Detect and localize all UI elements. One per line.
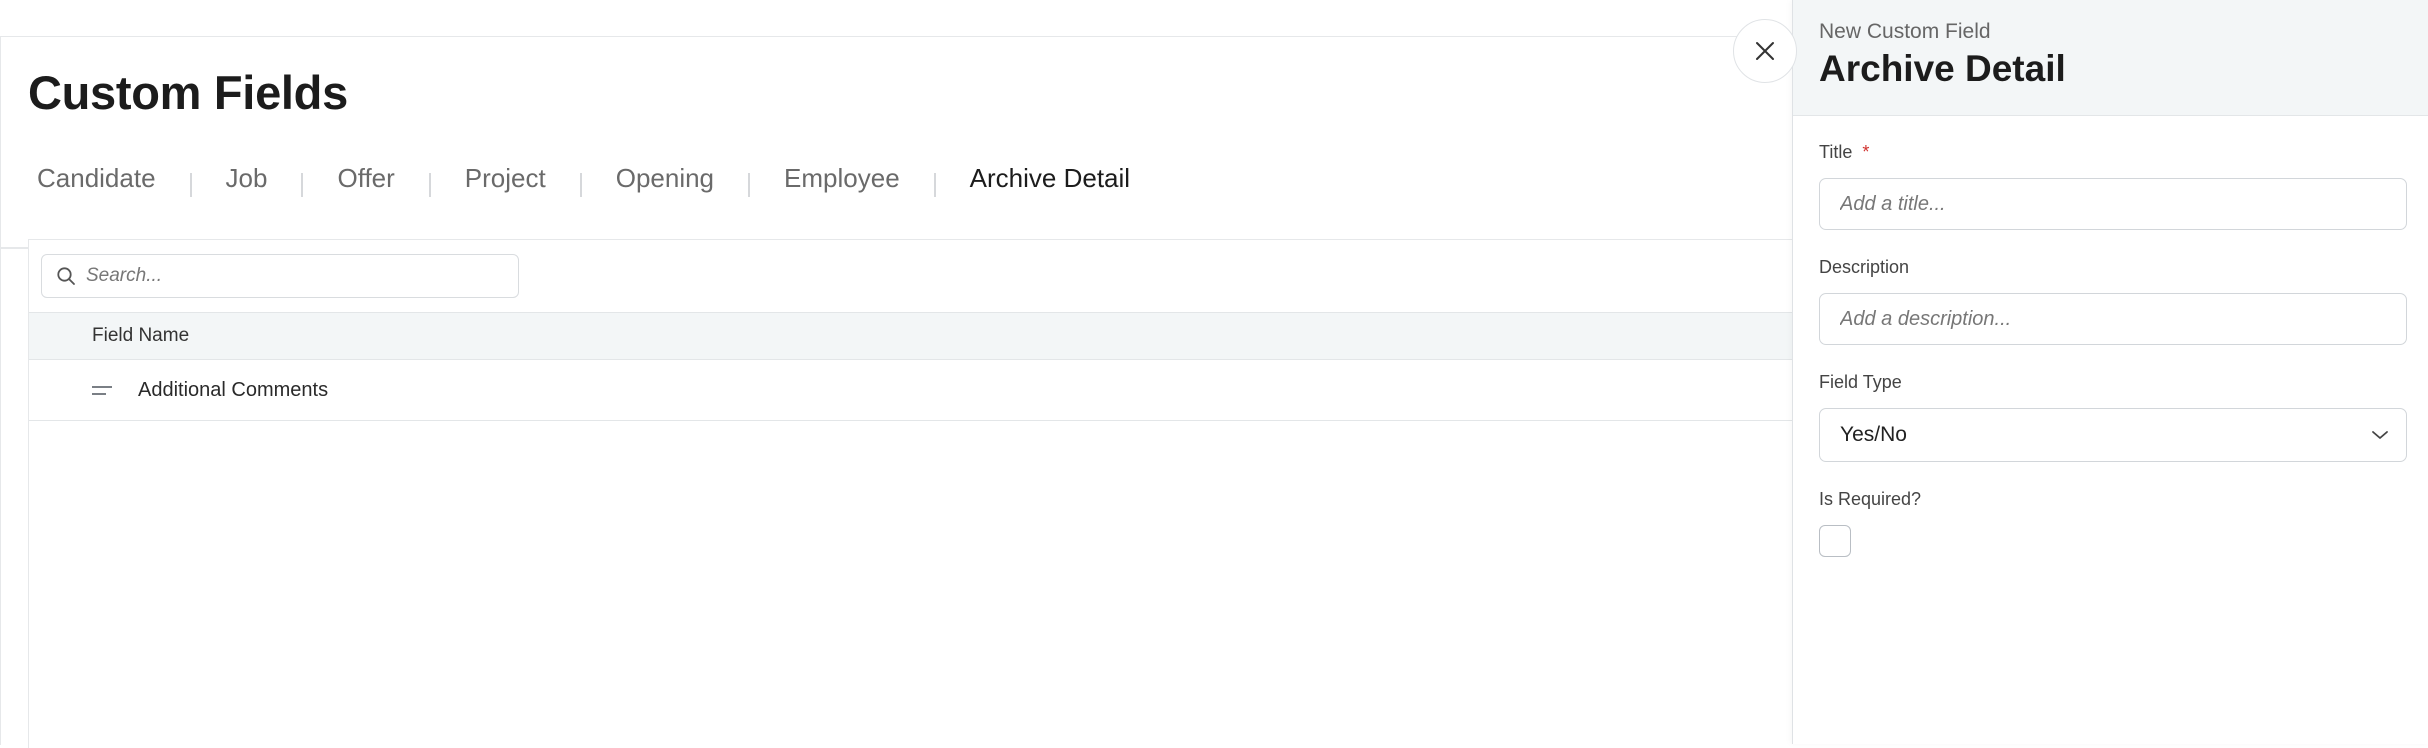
search-box: [41, 254, 519, 298]
panel-header: New Custom Field Archive Detail: [1793, 0, 2428, 116]
tab-project[interactable]: Project: [465, 149, 546, 209]
title-input[interactable]: [1819, 178, 2407, 230]
description-label: Description: [1819, 257, 1910, 277]
tab-candidate[interactable]: Candidate: [10, 149, 156, 209]
tab-employee[interactable]: Employee: [784, 149, 900, 209]
close-icon: [1756, 42, 1774, 60]
tab-divider: [579, 173, 582, 197]
tab-divider: [748, 173, 751, 197]
field-type-select[interactable]: Yes/No: [1819, 408, 2407, 462]
tab-job[interactable]: Job: [226, 149, 268, 209]
search-icon: [57, 267, 75, 285]
table-header: Field Name: [29, 312, 1797, 360]
is-required-label: Is Required?: [1819, 489, 1922, 509]
search-input[interactable]: [84, 264, 488, 288]
fields-list: Field Name Additional Comments: [28, 239, 1797, 748]
tab-offer[interactable]: Offer: [337, 149, 394, 209]
panel-subtitle: New Custom Field: [1819, 20, 1991, 43]
field-type-value: Yes/No: [1840, 423, 1907, 446]
tab-divider: [428, 173, 431, 197]
required-mark: *: [1862, 142, 1870, 162]
row-label: Additional Comments: [138, 378, 329, 401]
page-title: Custom Fields: [28, 66, 348, 119]
column-header-field-name: Field Name: [92, 325, 190, 346]
tab-archive-detail[interactable]: Archive Detail: [965, 149, 1135, 249]
tab-bar: Candidate Job Offer Project Opening Empl…: [1, 149, 1796, 249]
chevron-down-icon: [2372, 431, 2388, 439]
drag-handle-icon[interactable]: [92, 385, 112, 395]
is-required-checkbox[interactable]: [1819, 525, 1851, 557]
title-label: Title *: [1819, 142, 1869, 163]
field-type-label: Field Type: [1819, 372, 1902, 392]
title-label-text: Title: [1819, 142, 1853, 162]
tab-divider: [933, 173, 936, 197]
tab-divider: [301, 173, 304, 197]
new-custom-field-panel: New Custom Field Archive Detail Title * D…: [1792, 0, 2428, 744]
custom-fields-page: Custom Fields Candidate Job Offer Projec…: [0, 36, 1797, 748]
close-panel-button[interactable]: [1733, 19, 1797, 83]
tab-divider: [189, 173, 192, 197]
table-row[interactable]: Additional Comments: [29, 360, 1797, 421]
description-input[interactable]: [1819, 293, 2407, 345]
tab-opening[interactable]: Opening: [616, 149, 714, 209]
panel-title: Archive Detail: [1819, 48, 2066, 89]
